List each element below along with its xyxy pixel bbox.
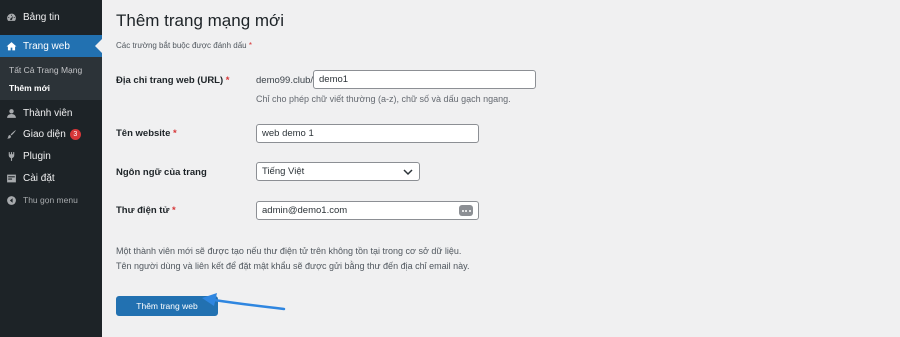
brush-icon bbox=[5, 128, 17, 140]
page-title: Thêm trang mạng mới bbox=[116, 11, 284, 30]
site-address-description: Chỉ cho phép chữ viết thường (a-z), chữ … bbox=[256, 94, 511, 104]
site-title-input[interactable]: web demo 1 bbox=[256, 124, 479, 143]
home-icon bbox=[5, 40, 17, 52]
sidebar-item-label: Cài đặt bbox=[23, 172, 55, 184]
site-address-input[interactable]: demo1 bbox=[313, 70, 536, 89]
sidebar-item-label: Thu gọn menu bbox=[23, 195, 78, 205]
dashboard-icon bbox=[5, 11, 17, 23]
required-mark: * bbox=[225, 75, 230, 86]
required-mark: * bbox=[248, 41, 252, 50]
new-user-notice: Một thành viên mới sẽ được tạo nếu thư đ… bbox=[116, 244, 469, 273]
annotation-arrow-icon bbox=[202, 293, 286, 311]
required-mark: * bbox=[173, 128, 177, 139]
sidebar-item-label: Bảng tin bbox=[23, 11, 60, 23]
sidebar-item-label: Giao diện bbox=[23, 128, 66, 140]
submenu-item-all-sites[interactable]: Tất Cả Trang Mạng bbox=[9, 65, 82, 75]
sidebar-item-label: Trang web bbox=[23, 40, 70, 52]
sidebar-item-plugins[interactable]: Plugin bbox=[0, 145, 102, 167]
autofill-dots-icon[interactable] bbox=[459, 205, 473, 216]
site-language-value: Tiếng Việt bbox=[262, 166, 305, 177]
site-language-select[interactable]: Tiếng Việt bbox=[256, 162, 420, 181]
site-title-label-text: Tên website bbox=[116, 128, 171, 139]
admin-email-value: admin@demo1.com bbox=[262, 205, 348, 216]
site-address-prefix: demo99.club/ bbox=[256, 75, 314, 86]
sidebar-item-appearance[interactable]: Giao diện 3 bbox=[0, 123, 102, 145]
submenu-item-add-new[interactable]: Thêm mới bbox=[9, 83, 50, 93]
admin-email-input[interactable]: admin@demo1.com bbox=[256, 201, 479, 220]
admin-email-label-text: Thư điện tử bbox=[116, 205, 170, 216]
required-fields-note: Các trường bắt buộc được đánh dấu * bbox=[116, 41, 252, 50]
sidebar-submenu: Tất Cả Trang Mạng Thêm mới bbox=[0, 57, 102, 100]
sidebar-item-dashboard[interactable]: Bảng tin bbox=[0, 6, 102, 28]
user-icon bbox=[5, 107, 17, 119]
sidebar-item-users[interactable]: Thành viên bbox=[0, 102, 102, 124]
sidebar-item-label: Plugin bbox=[23, 150, 51, 162]
sidebar-item-sites[interactable]: Trang web bbox=[0, 35, 102, 57]
sidebar-collapse-menu[interactable]: Thu gọn menu bbox=[0, 189, 102, 211]
settings-icon bbox=[5, 172, 17, 184]
sidebar-item-settings[interactable]: Cài đặt bbox=[0, 167, 102, 189]
chevron-down-icon bbox=[403, 169, 413, 176]
notice-line-2: Tên người dùng và liên kết để đặt mật kh… bbox=[116, 260, 470, 271]
site-address-value: demo1 bbox=[319, 74, 349, 85]
notice-line-1: Một thành viên mới sẽ được tạo nếu thư đ… bbox=[116, 246, 462, 256]
collapse-icon bbox=[5, 194, 17, 206]
site-language-label: Ngôn ngữ của trang bbox=[116, 167, 207, 178]
plugin-icon bbox=[5, 150, 17, 162]
admin-email-label: Thư điện tử * bbox=[116, 205, 176, 216]
required-mark: * bbox=[171, 205, 176, 216]
site-address-label: Địa chỉ trang web (URL) * bbox=[116, 75, 230, 86]
admin-sidebar: Bảng tin Trang web Tất Cả Trang Mạng Thê… bbox=[0, 0, 102, 337]
site-title-value: web demo 1 bbox=[262, 128, 314, 139]
update-count-badge: 3 bbox=[69, 128, 81, 140]
sidebar-item-label: Thành viên bbox=[23, 107, 73, 119]
site-address-label-text: Địa chỉ trang web (URL) bbox=[116, 75, 224, 86]
required-note-text: Các trường bắt buộc được đánh dấu bbox=[116, 41, 247, 50]
site-title-label: Tên website * bbox=[116, 128, 177, 139]
